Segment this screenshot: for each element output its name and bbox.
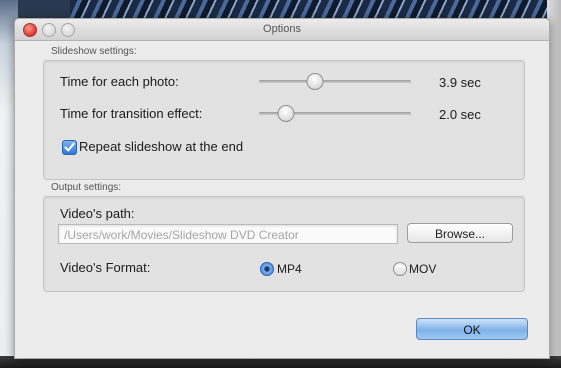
format-radio-mp4[interactable] <box>260 262 274 276</box>
transition-time-slider[interactable] <box>259 105 411 122</box>
repeat-slideshow-checkbox[interactable] <box>62 140 77 155</box>
repeat-slideshow-label[interactable]: Repeat slideshow at the end <box>79 139 243 154</box>
options-dialog: Options Slideshow settings: Time for eac… <box>14 18 550 359</box>
transition-time-value: 2.0 sec <box>439 107 481 122</box>
transition-time-slider-knob[interactable] <box>277 105 295 122</box>
format-radio-mov[interactable] <box>393 262 407 276</box>
desktop-background-wallpaper <box>70 0 561 20</box>
photo-time-slider-knob[interactable] <box>306 73 324 90</box>
desktop-background-top-left <box>18 0 70 20</box>
photo-time-value: 3.9 sec <box>439 75 481 90</box>
format-mov-label[interactable]: MOV <box>409 262 436 276</box>
photo-time-slider[interactable] <box>259 73 411 90</box>
transition-time-label: Time for transition effect: <box>60 106 203 121</box>
ok-button[interactable]: OK <box>416 318 528 340</box>
window-title: Options <box>263 23 301 35</box>
format-mp4-label[interactable]: MP4 <box>277 262 302 276</box>
browse-button[interactable]: Browse... <box>407 223 513 243</box>
checkmark-icon <box>64 142 75 152</box>
video-format-label: Video's Format: <box>60 260 151 275</box>
video-path-label: Video's path: <box>60 206 135 221</box>
photo-time-slider-track <box>259 80 411 83</box>
slideshow-settings-label: Slideshow settings: <box>51 46 137 57</box>
video-path-field[interactable]: /Users/work/Movies/Slideshow DVD Creator <box>58 224 398 244</box>
title-bar: Options <box>15 19 549 41</box>
output-settings-label: Output settings: <box>51 182 122 193</box>
photo-time-label: Time for each photo: <box>60 74 179 89</box>
